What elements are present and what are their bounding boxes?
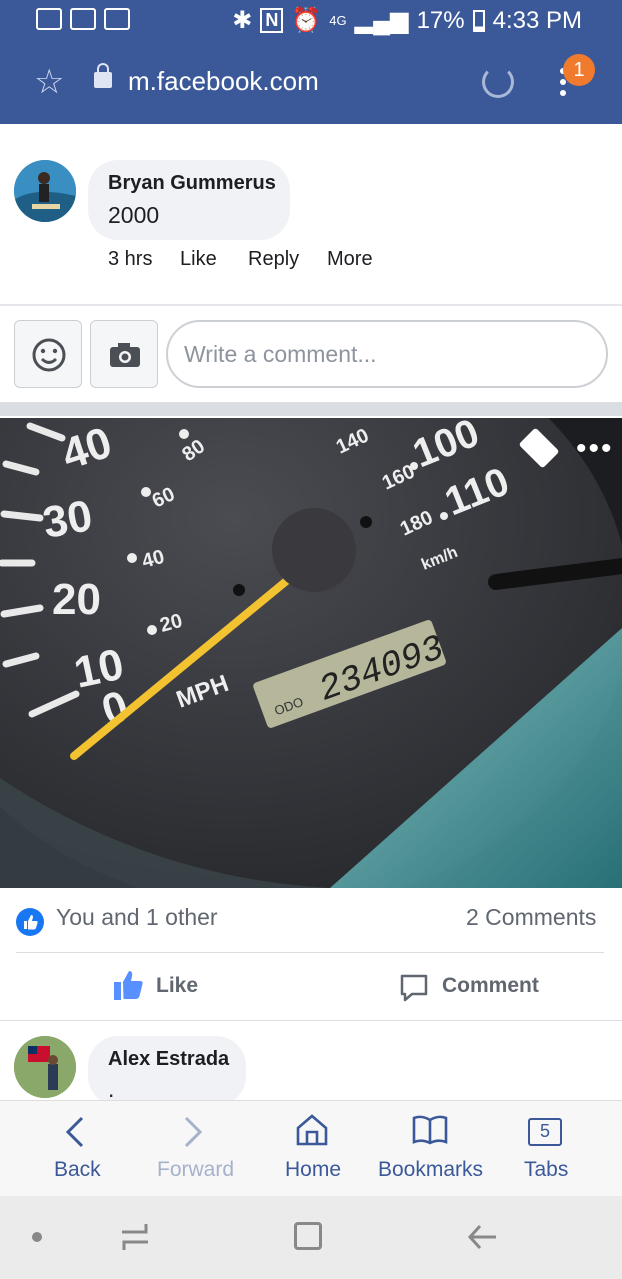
post-photo[interactable]: 40 30 20 10 0 80 60 40 20 140 160 100 18… bbox=[0, 418, 622, 888]
divider bbox=[0, 1020, 622, 1021]
thumbs-up-icon bbox=[114, 971, 143, 1000]
back-icon[interactable] bbox=[60, 1114, 90, 1150]
system-nav-bar bbox=[0, 1196, 622, 1279]
photo-menu-icon[interactable]: ••• bbox=[576, 432, 614, 466]
divider bbox=[0, 402, 622, 416]
url-text[interactable]: m.facebook.com bbox=[128, 66, 319, 97]
voicemail-icon bbox=[70, 8, 96, 30]
camera-button[interactable] bbox=[90, 320, 158, 388]
dial-label: 30 bbox=[39, 491, 96, 548]
activity-icon bbox=[36, 8, 62, 30]
comment-icon bbox=[400, 974, 428, 1002]
commenter-name[interactable]: Alex Estrada bbox=[108, 1048, 229, 1071]
browser-header: ✱ N ⏰ 4G ▂▄▆ 17% 4:33 PM ☆ m.facebook.co… bbox=[0, 0, 622, 124]
like-label: Like bbox=[156, 974, 199, 997]
forward-icon[interactable] bbox=[178, 1114, 208, 1150]
dial-label: 20 bbox=[52, 575, 101, 624]
comment-more-button[interactable]: More bbox=[327, 248, 373, 271]
comment-count[interactable]: 2 Comments bbox=[466, 904, 596, 931]
emoji-icon bbox=[32, 338, 66, 372]
home-button[interactable]: Home bbox=[285, 1158, 341, 1182]
back-button[interactable]: Back bbox=[54, 1158, 101, 1182]
battery-icon bbox=[472, 9, 485, 32]
network-label: 4G bbox=[329, 13, 347, 28]
comment-like-button[interactable]: Like bbox=[180, 248, 217, 271]
status-bar: ✱ N ⏰ 4G ▂▄▆ 17% 4:33 PM bbox=[0, 0, 622, 42]
comment-bubble: Bryan Gummerus 2000 bbox=[88, 160, 290, 240]
recents-icon[interactable] bbox=[118, 1220, 152, 1254]
signal-icon: ▂▄▆ bbox=[354, 7, 409, 34]
bluetooth-icon: ✱ bbox=[232, 7, 253, 34]
like-reaction-icon bbox=[16, 908, 44, 936]
avatar-photo bbox=[14, 160, 76, 222]
home-icon[interactable] bbox=[294, 1112, 330, 1148]
reaction-summary[interactable]: You and 1 other bbox=[56, 904, 218, 931]
avatar[interactable] bbox=[14, 160, 76, 222]
bookmark-star-icon[interactable]: ☆ bbox=[34, 62, 64, 102]
comment-label: Comment bbox=[442, 974, 539, 997]
home-system-icon[interactable] bbox=[294, 1222, 322, 1250]
forward-button[interactable]: Forward bbox=[157, 1158, 234, 1182]
clock: 4:33 PM bbox=[492, 6, 582, 34]
battery-percent: 17% bbox=[416, 6, 465, 34]
dot-indicator bbox=[32, 1232, 42, 1242]
emoji-button[interactable] bbox=[14, 320, 82, 388]
bookmarks-icon[interactable] bbox=[410, 1112, 450, 1148]
like-button[interactable]: Like bbox=[112, 968, 262, 1006]
camera-icon bbox=[110, 343, 140, 367]
comment-reply-button[interactable]: Reply bbox=[248, 248, 299, 271]
commenter-name[interactable]: Bryan Gummerus bbox=[108, 172, 276, 195]
reload-icon[interactable] bbox=[482, 66, 514, 98]
avatar-photo bbox=[14, 1036, 76, 1098]
comment-text: 2000 bbox=[108, 202, 160, 228]
bookmarks-button[interactable]: Bookmarks bbox=[378, 1158, 483, 1182]
alarm-icon: ⏰ bbox=[291, 7, 322, 34]
tabs-button[interactable]: Tabs bbox=[524, 1158, 568, 1182]
back-system-icon[interactable] bbox=[466, 1220, 500, 1254]
divider bbox=[0, 304, 622, 306]
divider bbox=[16, 952, 604, 953]
avatar[interactable] bbox=[14, 1036, 76, 1098]
url-bar: ☆ m.facebook.com bbox=[0, 48, 622, 120]
speedometer-image: 40 30 20 10 0 80 60 40 20 140 160 100 18… bbox=[0, 418, 622, 888]
comment-bubble: Alex Estrada . bbox=[88, 1036, 246, 1106]
lock-icon bbox=[94, 63, 112, 88]
car-icon bbox=[104, 8, 130, 30]
notification-badge: 1 bbox=[563, 54, 595, 86]
nfc-icon: N bbox=[260, 8, 284, 33]
comment-input[interactable]: Write a comment... bbox=[166, 320, 608, 388]
comment-text: . bbox=[108, 1076, 115, 1102]
tabs-icon[interactable]: 5 bbox=[528, 1118, 562, 1146]
comment-time[interactable]: 3 hrs bbox=[108, 248, 152, 271]
comment-button[interactable]: Comment bbox=[398, 970, 558, 1008]
